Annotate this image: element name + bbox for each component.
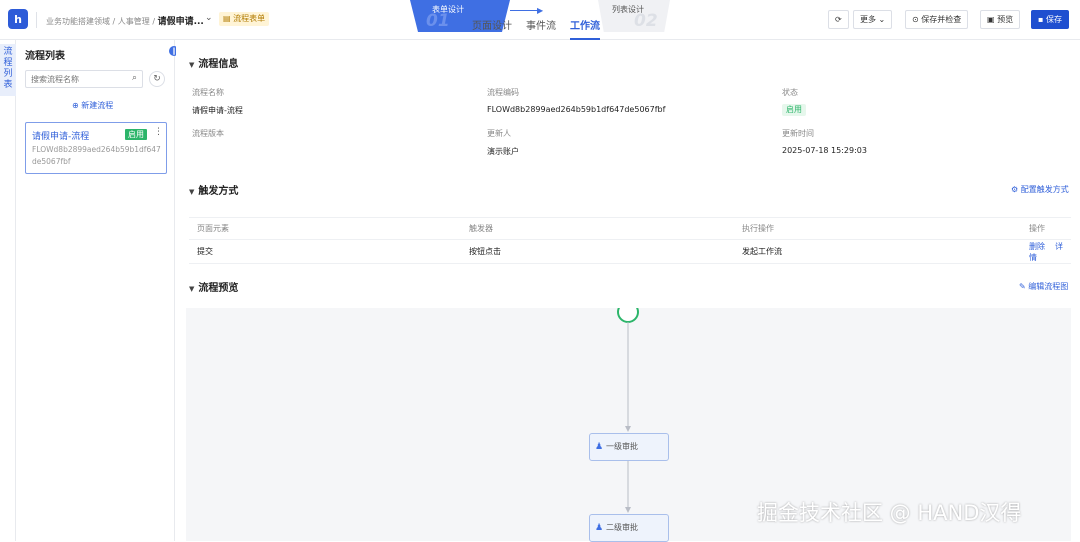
side-rail: 流程列表: [0, 40, 16, 541]
cell-action: 发起工作流: [734, 239, 1021, 264]
app-logo[interactable]: h: [8, 9, 28, 29]
breadcrumb-current[interactable]: 请假申请...: [158, 17, 204, 27]
tab-event-flow[interactable]: 事件流: [526, 20, 556, 40]
step-list-design[interactable]: 列表设计 02: [598, 0, 670, 32]
tab-workflow[interactable]: 工作流: [570, 20, 600, 40]
section-flow-info[interactable]: ▼ 流程信息: [189, 55, 238, 70]
step-number: 01: [426, 11, 450, 31]
flow-code-label: 流程编码: [487, 88, 519, 97]
save-check-button[interactable]: ⊙ 保存并检查: [905, 10, 969, 29]
watermark: 掘金技术社区 @ HAND汉得: [757, 501, 1022, 525]
refresh-icon[interactable]: ↻: [149, 71, 165, 87]
flow-node-level1[interactable]: ♟ 一级审批: [589, 433, 669, 461]
step-connector: [510, 10, 540, 11]
design-tabs: 页面设计 事件流 工作流: [472, 20, 600, 40]
node-label: 二级审批: [606, 523, 638, 532]
tab-page-design[interactable]: 页面设计: [472, 20, 512, 40]
flow-node-level2[interactable]: ♟ 二级审批: [589, 514, 669, 542]
col-header: 页面元素: [189, 217, 461, 240]
status-label: 状态: [782, 88, 798, 97]
new-flow-button[interactable]: ⊕ 新建流程: [72, 100, 113, 111]
trigger-table: 页面元素 触发器 执行操作 操作 提交 按钮点击 发起工作流 删除 详情: [189, 217, 1071, 264]
cell-trigger: 按钮点击: [461, 239, 734, 264]
flow-name-label: 流程名称: [192, 88, 224, 97]
user-icon: ♟: [595, 442, 604, 452]
table-row: 提交 按钮点击 发起工作流 删除 详情: [189, 239, 1071, 264]
flow-code: FLOWd8b2899aed264b59b1df647de5067fbf: [32, 145, 161, 166]
col-header: 执行操作: [734, 217, 1021, 240]
caret-down-icon: ▼: [189, 61, 195, 69]
caret-down-icon: ▼: [189, 188, 195, 196]
arrow-down-icon: [625, 426, 631, 432]
status-badge: 启用: [782, 104, 806, 116]
step-number: 02: [634, 11, 658, 31]
col-header: 触发器: [461, 217, 734, 240]
cell-element: 提交: [189, 239, 461, 264]
status-badge: 启用: [125, 129, 147, 140]
flow-name-value: 请假申请-流程: [192, 106, 243, 115]
table-header-row: 页面元素 触发器 执行操作 操作: [189, 217, 1071, 240]
section-flow-preview[interactable]: ▼ 流程预览: [189, 279, 238, 294]
flow-list-panel: 流程列表 ‖ ⌕ ↻ ⊕ 新建流程 请假申请-流程 启用 ⋮ FLOWd8b28…: [17, 40, 179, 541]
updated-label: 更新时间: [782, 129, 814, 138]
col-header: 操作: [1021, 217, 1071, 240]
flow-type-tag: ▤ 流程表单: [219, 12, 270, 26]
flow-name: 请假申请-流程: [32, 132, 90, 142]
config-trigger-link[interactable]: ⚙ 配置触发方式: [1011, 184, 1069, 195]
refresh-button[interactable]: ⟳: [828, 10, 849, 29]
updater-value: 演示账户: [487, 147, 519, 156]
top-bar: h 业务功能搭建领域 / 人事管理 / 请假申请... ⌄ ▤ 流程表单 表单设…: [0, 0, 1080, 40]
updated-value: 2025-07-18 15:29:03: [782, 146, 867, 155]
flow-search-input[interactable]: [25, 70, 143, 88]
arrow-right-icon: ▶: [537, 6, 544, 15]
side-tab-flow-list[interactable]: 流程列表: [0, 44, 16, 96]
search-icon[interactable]: ⌕: [132, 73, 137, 83]
start-node: [617, 308, 639, 323]
node-label: 一级审批: [606, 442, 638, 451]
user-icon: ♟: [595, 523, 604, 533]
caret-down-icon: ▼: [189, 285, 195, 293]
preview-button[interactable]: ▣ 预览: [980, 10, 1021, 29]
more-vertical-icon[interactable]: ⋮: [154, 127, 163, 137]
updater-label: 更新人: [487, 129, 511, 138]
edit-flow-link[interactable]: ✎ 编辑流程图: [1019, 281, 1068, 292]
more-button[interactable]: 更多 ⌄: [853, 10, 893, 29]
breadcrumb-path[interactable]: 业务功能搭建领域 / 人事管理 /: [46, 17, 155, 26]
divider: [36, 12, 37, 28]
flow-version-label: 流程版本: [192, 129, 224, 138]
chevron-down-icon[interactable]: ⌄: [205, 13, 213, 23]
section-trigger[interactable]: ▼ 触发方式: [189, 182, 238, 197]
flow-list-item[interactable]: 请假申请-流程 启用 ⋮ FLOWd8b2899aed264b59b1df647…: [25, 122, 167, 174]
flow-code-value: FLOWd8b2899aed264b59b1df647de5067fbf: [487, 105, 666, 114]
main-content: ▼ 流程信息 流程名称 请假申请-流程 流程编码 FLOWd8b2899aed26…: [176, 40, 1080, 542]
breadcrumb: 业务功能搭建领域 / 人事管理 / 请假申请...: [46, 14, 204, 27]
cell-ops: 删除 详情: [1021, 239, 1071, 264]
panel-title: 流程列表: [25, 51, 65, 62]
delete-link[interactable]: 删除: [1029, 242, 1045, 251]
arrow-down-icon: [625, 507, 631, 513]
save-button[interactable]: ▪ 保存: [1031, 10, 1069, 29]
